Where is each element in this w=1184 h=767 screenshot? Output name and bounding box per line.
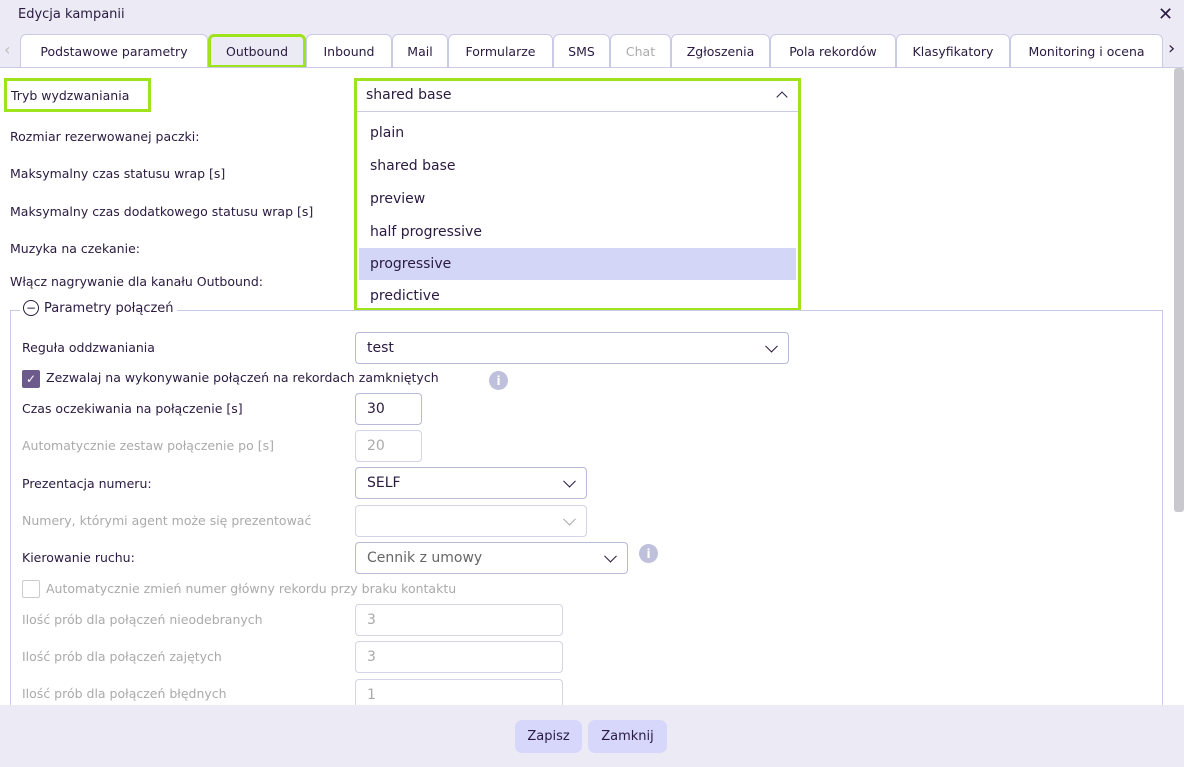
- auto-change-checkbox[interactable]: [22, 580, 40, 598]
- auto-connect-label: Automatycznie zestaw połączenie po [s]: [22, 438, 274, 453]
- tab-monitoring[interactable]: Monitoring i ocena: [1010, 34, 1163, 68]
- scrollbar[interactable]: [1174, 68, 1184, 512]
- chevron-down-icon: [604, 549, 617, 563]
- option-plain[interactable]: plain: [359, 117, 796, 149]
- close-icon[interactable]: ✕: [1158, 4, 1173, 25]
- failed-label: Ilość prób dla połączeń błędnych: [22, 686, 227, 701]
- chevron-right-icon[interactable]: ›: [1168, 38, 1175, 59]
- agent-numbers-label: Numery, którymi agent może się prezentow…: [22, 513, 312, 528]
- tab-podstawowe-parametry[interactable]: Podstawowe parametry: [20, 34, 208, 68]
- tab-label: Formularze: [465, 44, 536, 59]
- no-answer-input: 3: [355, 604, 563, 636]
- tab-label: Mail: [407, 44, 433, 59]
- option-predictive[interactable]: predictive: [359, 280, 796, 312]
- hold-music-label: Muzyka na czekanie:: [10, 241, 140, 256]
- chevron-up-icon[interactable]: [776, 91, 788, 103]
- tab-content: Tryb wydzwaniania Rozmiar rezerwowanej p…: [0, 67, 1184, 705]
- dial-mode-select[interactable]: shared base: [357, 81, 798, 112]
- info-icon[interactable]: i: [489, 371, 508, 390]
- auto-connect-input: 20: [355, 430, 422, 462]
- routing-select[interactable]: Cennik z umowy: [355, 542, 628, 574]
- number-presentation-select[interactable]: SELF: [355, 467, 587, 499]
- failed-input: 1: [355, 679, 563, 705]
- busy-input: 3: [355, 641, 563, 673]
- dial-mode-dropdown[interactable]: shared base plain shared base preview ha…: [354, 78, 801, 311]
- chevron-down-icon: [563, 474, 576, 488]
- tab-label: SMS: [568, 44, 595, 59]
- extra-wrap-time-label: Maksymalny czas dodatkowego statusu wrap…: [10, 204, 314, 219]
- package-size-label: Rozmiar rezerwowanej paczki:: [10, 129, 200, 144]
- no-answer-label: Ilość prób dla połączeń nieodebranych: [22, 612, 263, 627]
- select-value: Cennik z umowy: [367, 550, 483, 566]
- collapse-icon[interactable]: −: [23, 300, 39, 316]
- tab-label: Chat: [625, 44, 656, 59]
- tab-label: Zgłoszenia: [686, 44, 755, 59]
- wrap-time-label: Maksymalny czas statusu wrap [s]: [10, 166, 226, 181]
- tab-pola-rekordow[interactable]: Pola rekordów: [770, 34, 896, 68]
- recording-label: Włącz nagrywanie dla kanału Outbound:: [10, 274, 263, 289]
- callback-rule-select[interactable]: test: [355, 332, 789, 364]
- allow-closed-checkbox[interactable]: ✓: [22, 370, 40, 388]
- legend-text: Parametry połączeń: [44, 300, 174, 316]
- busy-label: Ilość prób dla połączeń zajętych: [22, 649, 222, 664]
- auto-change-label: Automatycznie zmień numer główny rekordu…: [46, 581, 457, 596]
- chevron-down-icon: [563, 512, 576, 526]
- tab-label: Monitoring i ocena: [1028, 44, 1145, 59]
- wait-time-label: Czas oczekiwania na połączenie [s]: [22, 401, 243, 416]
- close-button[interactable]: Zamknij: [588, 720, 667, 753]
- option-progressive[interactable]: progressive: [359, 248, 796, 280]
- dial-mode-label: Tryb wydzwaniania: [4, 78, 151, 112]
- tab-outbound[interactable]: Outbound: [208, 34, 306, 68]
- info-icon[interactable]: i: [639, 544, 658, 563]
- window-title: Edycja kampanii: [18, 7, 125, 22]
- tab-label: Inbound: [323, 44, 375, 59]
- tab-label: Klasyfikatory: [912, 44, 994, 59]
- callback-rule-label: Reguła oddzwaniania: [22, 340, 155, 355]
- chevron-down-icon: [765, 339, 778, 353]
- tab-bar: ‹ Podstawowe parametry Outbound Inbound …: [0, 34, 1184, 68]
- tab-label: Outbound: [225, 43, 289, 59]
- tab-klasyfikatory[interactable]: Klasyfikatory: [896, 34, 1010, 68]
- routing-label: Kierowanie ruchu:: [22, 550, 135, 565]
- tab-label: Pola rekordów: [789, 44, 877, 59]
- option-shared-base[interactable]: shared base: [359, 150, 796, 182]
- tab-mail[interactable]: Mail: [392, 34, 448, 68]
- option-half-progressive[interactable]: half progressive: [359, 216, 796, 248]
- tab-label: Podstawowe parametry: [40, 44, 188, 59]
- save-button[interactable]: Zapisz: [515, 720, 582, 753]
- number-presentation-label: Prezentacja numeru:: [22, 476, 152, 491]
- wait-time-input[interactable]: 30: [355, 393, 422, 425]
- tab-formularze[interactable]: Formularze: [448, 34, 553, 68]
- option-preview[interactable]: preview: [359, 183, 796, 215]
- allow-closed-label: Zezwalaj na wykonywanie połączeń na reko…: [46, 370, 439, 385]
- tab-zgloszenia[interactable]: Zgłoszenia: [671, 34, 770, 68]
- tab-sms[interactable]: SMS: [553, 34, 610, 68]
- select-value: test: [367, 340, 394, 356]
- tab-inbound[interactable]: Inbound: [306, 34, 392, 68]
- select-value: SELF: [367, 475, 401, 491]
- fieldset-legend[interactable]: − Parametry połączeń: [20, 300, 177, 316]
- chevron-left-icon[interactable]: ‹: [4, 40, 10, 59]
- selected-value: shared base: [366, 87, 452, 103]
- agent-numbers-select: [355, 505, 587, 537]
- dialog-footer: Zapisz Zamknij: [0, 705, 1184, 767]
- tab-chat: Chat: [610, 34, 671, 68]
